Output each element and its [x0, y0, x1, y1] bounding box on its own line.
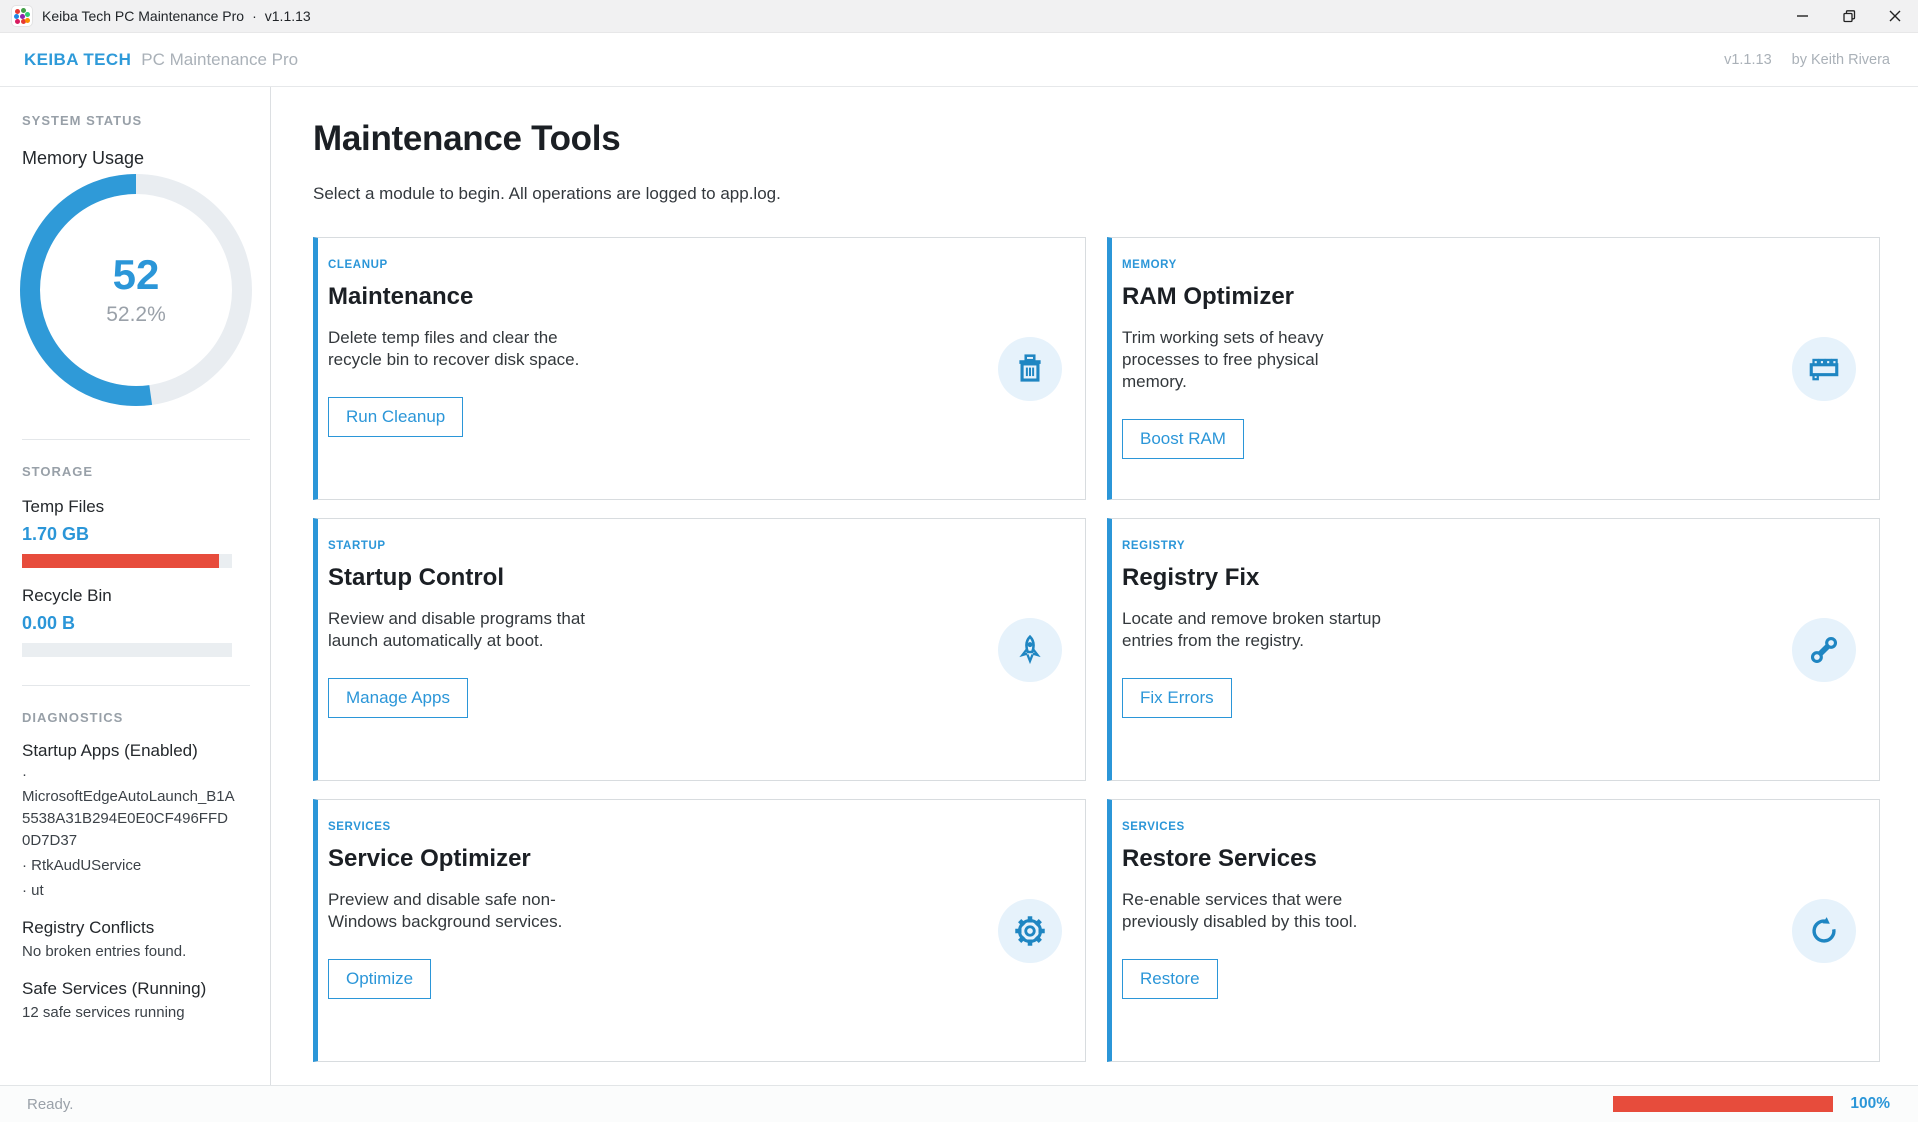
memory-usage-percent: 52.2%: [106, 303, 166, 327]
diagnostic-line: · RtkAudUService: [22, 855, 236, 877]
card-title: Startup Control: [328, 564, 1061, 592]
diagnostic-line: · ut: [22, 880, 236, 902]
main-content: Maintenance Tools Select a module to beg…: [271, 87, 1918, 1085]
diagnostic-title: Startup Apps (Enabled): [22, 741, 250, 761]
card-title: Maintenance: [328, 283, 1061, 311]
card-category: STARTUP: [328, 540, 1061, 552]
card-category: REGISTRY: [1122, 540, 1855, 552]
temp-files-bar: [22, 554, 232, 568]
rocket-icon: [998, 618, 1062, 682]
card-title: Registry Fix: [1122, 564, 1855, 592]
close-icon: [1889, 10, 1901, 22]
card-maintenance[interactable]: CLEANUP Maintenance Delete temp files an…: [313, 237, 1086, 500]
card-title: Service Optimizer: [328, 845, 1061, 873]
close-button[interactable]: [1872, 0, 1918, 32]
app-name: PC Maintenance Pro: [141, 50, 298, 70]
card-description: Review and disable programs that launch …: [328, 608, 588, 652]
card-category: CLEANUP: [328, 259, 1061, 271]
status-progress-bar: [1613, 1096, 1833, 1112]
recycle-bin-label: Recycle Bin: [22, 586, 250, 606]
storage-item-recycle-bin: Recycle Bin 0.00 B: [22, 586, 250, 657]
window-title: Keiba Tech PC Maintenance Pro · v1.1.13: [42, 8, 311, 24]
card-description: Preview and disable safe non-Windows bac…: [328, 889, 588, 933]
sidebar: SYSTEM STATUS Memory Usage 52 52.2% STOR…: [0, 87, 271, 1085]
diagnostic-line: · MicrosoftEdgeAutoLaunch_B1A5538A31B294…: [22, 764, 236, 852]
card-registry-fix[interactable]: REGISTRY Registry Fix Locate and remove …: [1107, 518, 1880, 781]
boost-ram-button[interactable]: Boost RAM: [1122, 419, 1244, 459]
section-system-status: SYSTEM STATUS: [22, 113, 250, 128]
section-storage: STORAGE: [22, 464, 250, 479]
minimize-icon: [1797, 10, 1809, 22]
diagnostic-registry-conflicts: Registry Conflicts No broken entries fou…: [22, 918, 250, 963]
gear-icon: [998, 899, 1062, 963]
header-author: by Keith Rivera: [1792, 52, 1890, 68]
memory-usage-gauge: 52 52.2%: [19, 173, 253, 407]
trash-icon: [998, 337, 1062, 401]
restore-button[interactable]: Restore: [1122, 959, 1218, 999]
card-description: Locate and remove broken startup entries…: [1122, 608, 1382, 652]
page-title: Maintenance Tools: [313, 117, 1880, 161]
header-version: v1.1.13: [1724, 52, 1772, 68]
minimize-button[interactable]: [1780, 0, 1826, 32]
diagnostic-line: 12 safe services running: [22, 1002, 236, 1024]
page-subtitle: Select a module to begin. All operations…: [313, 183, 1880, 205]
restore-icon: [1792, 899, 1856, 963]
window-titlebar[interactable]: Keiba Tech PC Maintenance Pro · v1.1.13: [0, 0, 1918, 33]
card-description: Trim working sets of heavy processes to …: [1122, 327, 1382, 393]
manage-apps-button[interactable]: Manage Apps: [328, 678, 468, 718]
temp-files-label: Temp Files: [22, 497, 250, 517]
status-bar: Ready. 100%: [0, 1085, 1918, 1122]
diagnostic-line: No broken entries found.: [22, 941, 236, 963]
card-restore-services[interactable]: SERVICES Restore Services Re-enable serv…: [1107, 799, 1880, 1062]
card-description: Delete temp files and clear the recycle …: [328, 327, 588, 371]
diagnostic-title: Safe Services (Running): [22, 979, 250, 999]
restore-window-icon: [1843, 10, 1856, 23]
fix-errors-button[interactable]: Fix Errors: [1122, 678, 1232, 718]
card-title: RAM Optimizer: [1122, 283, 1855, 311]
link-icon: [1792, 618, 1856, 682]
restore-button[interactable]: [1826, 0, 1872, 32]
cards-grid: CLEANUP Maintenance Delete temp files an…: [313, 237, 1880, 1062]
status-progress-percent: 100%: [1850, 1095, 1890, 1113]
memory-usage-value: 52: [113, 254, 160, 296]
recycle-bin-value: 0.00 B: [22, 613, 250, 634]
storage-item-temp-files: Temp Files 1.70 GB: [22, 497, 250, 568]
divider: [22, 685, 250, 686]
memory-usage-label: Memory Usage: [22, 148, 250, 169]
run-cleanup-button[interactable]: Run Cleanup: [328, 397, 463, 437]
diagnostic-startup-apps: Startup Apps (Enabled) · MicrosoftEdgeAu…: [22, 741, 250, 902]
card-category: SERVICES: [328, 821, 1061, 833]
app-logo-icon: [12, 6, 32, 26]
app-header: KEIBA TECH PC Maintenance Pro v1.1.13 by…: [0, 33, 1918, 87]
ram-icon: [1792, 337, 1856, 401]
diagnostic-safe-services: Safe Services (Running) 12 safe services…: [22, 979, 250, 1024]
card-ram-optimizer[interactable]: MEMORY RAM Optimizer Trim working sets o…: [1107, 237, 1880, 500]
diagnostic-title: Registry Conflicts: [22, 918, 250, 938]
card-title: Restore Services: [1122, 845, 1855, 873]
card-category: SERVICES: [1122, 821, 1855, 833]
section-diagnostics: DIAGNOSTICS: [22, 710, 250, 725]
optimize-button[interactable]: Optimize: [328, 959, 431, 999]
card-description: Re-enable services that were previously …: [1122, 889, 1382, 933]
card-category: MEMORY: [1122, 259, 1855, 271]
temp-files-value: 1.70 GB: [22, 524, 250, 545]
status-text: Ready.: [27, 1096, 73, 1113]
recycle-bin-bar: [22, 643, 232, 657]
card-service-optimizer[interactable]: SERVICES Service Optimizer Preview and d…: [313, 799, 1086, 1062]
card-startup-control[interactable]: STARTUP Startup Control Review and disab…: [313, 518, 1086, 781]
brand-name: KEIBA TECH: [24, 50, 131, 70]
divider: [22, 439, 250, 440]
